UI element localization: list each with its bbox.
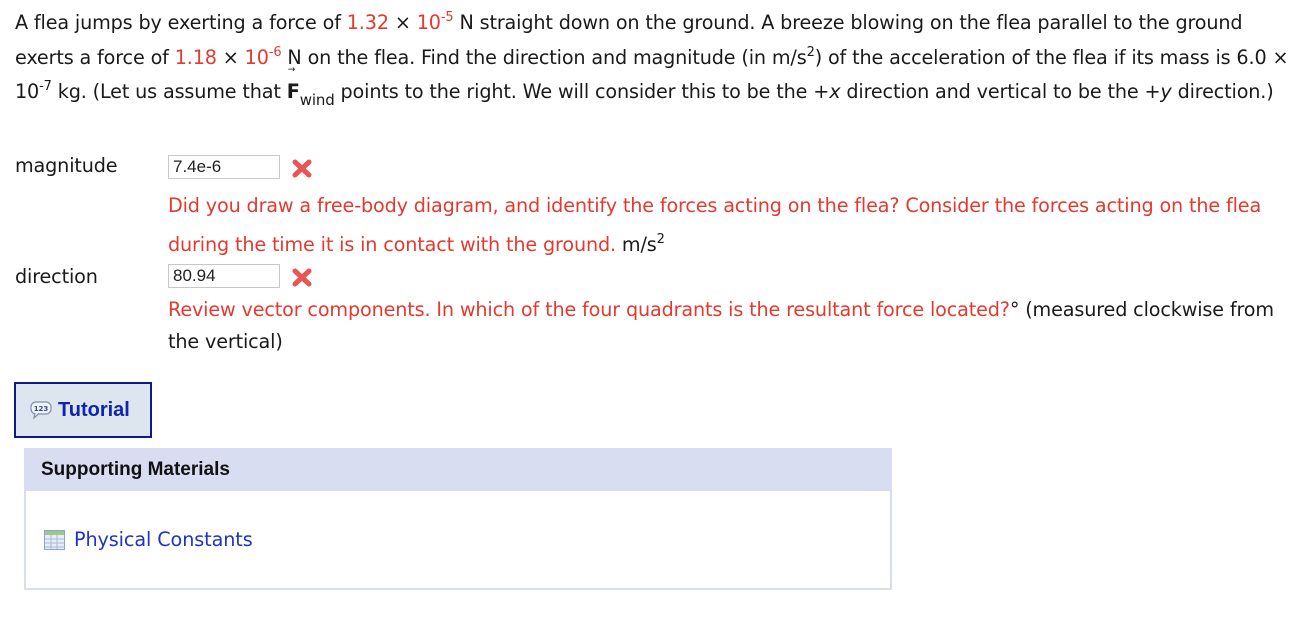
tutorial-button[interactable]: 123 Tutorial bbox=[14, 382, 152, 438]
tutorial-label: Tutorial bbox=[58, 398, 130, 421]
force-2-value: 1.18 × 10-6 bbox=[174, 44, 282, 69]
direction-label: direction bbox=[15, 265, 98, 288]
supporting-materials-panel: Supporting Materials Physical Constants bbox=[24, 448, 892, 590]
svg-text:123: 123 bbox=[34, 405, 49, 413]
problem-statement: A flea jumps by exerting a force of 1.32… bbox=[15, 10, 1289, 109]
supporting-materials-title: Supporting Materials bbox=[24, 448, 892, 491]
physical-constants-link[interactable]: Physical Constants bbox=[44, 528, 253, 551]
vector-arrow-icon: → bbox=[287, 65, 296, 75]
speech-bubble-123-icon: 123 bbox=[30, 401, 52, 420]
magnitude-feedback: Did you draw a free-body diagram, and id… bbox=[168, 194, 1262, 256]
force-wind-vector: → F bbox=[286, 65, 300, 104]
magnitude-unit: m/s2 bbox=[621, 232, 665, 256]
magnitude-label: magnitude bbox=[15, 154, 118, 177]
magnitude-input[interactable] bbox=[168, 155, 280, 179]
direction-feedback: Review vector components. In which of th… bbox=[168, 298, 1274, 353]
force-1-value: 1.32 × 10-5 bbox=[346, 10, 454, 34]
incorrect-x-icon bbox=[292, 159, 312, 178]
table-icon bbox=[44, 529, 65, 550]
direction-input[interactable] bbox=[168, 264, 280, 288]
incorrect-x-icon bbox=[292, 268, 312, 287]
physical-constants-label[interactable]: Physical Constants bbox=[74, 528, 253, 551]
